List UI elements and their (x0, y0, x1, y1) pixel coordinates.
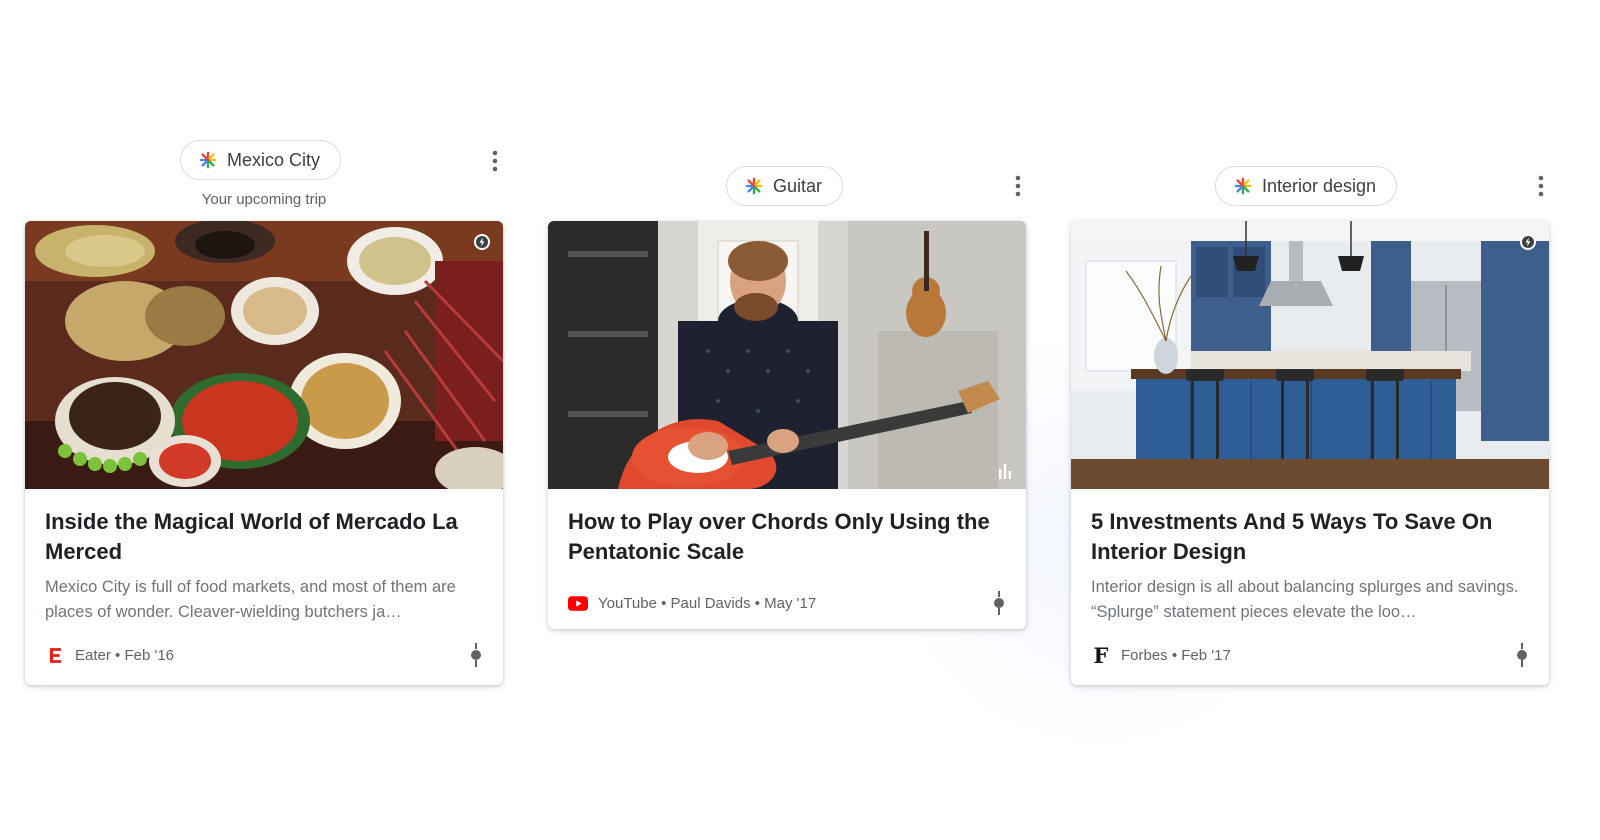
topic-subtitle: Your upcoming trip (201, 191, 327, 208)
eater-logo-icon (45, 645, 65, 665)
follow-pin-icon[interactable] (992, 591, 1006, 615)
forbes-logo-letter: F (1093, 642, 1109, 668)
kitchen-image (1071, 221, 1549, 489)
discover-spark-icon (745, 177, 763, 195)
topic-chip-label: Mexico City (227, 149, 321, 170)
topic-chip-label: Guitar (773, 175, 823, 196)
story-card-interior[interactable]: 5 Investments And 5 Ways To Save On Inte… (1071, 221, 1549, 685)
story-meta: YouTube • Paul Davids • May '17 (568, 589, 1006, 617)
more-options-icon[interactable] (1008, 172, 1028, 200)
follow-pin-icon[interactable] (1515, 643, 1529, 667)
discover-spark-icon (1234, 177, 1252, 195)
guitar-player-image (548, 221, 1026, 489)
story-snippet: Mexico City is full of food markets, and… (45, 578, 456, 621)
story-card-mercado[interactable]: Inside the Magical World of Mercado La M… (25, 221, 503, 685)
amp-lightning-icon (1520, 234, 1536, 250)
forbes-logo-icon: F (1091, 642, 1111, 668)
discover-feed: Mexico City Your upcoming trip Inside th… (0, 0, 1600, 840)
story-thumbnail (25, 221, 503, 489)
story-source-date: Forbes • Feb '17 (1121, 646, 1231, 664)
story-thumbnail (1071, 221, 1549, 489)
topic-chip-mexico-city[interactable]: Mexico City (180, 140, 342, 180)
story-title[interactable]: Inside the Magical World of Mercado La M… (45, 507, 483, 567)
video-bars-icon (999, 464, 1011, 479)
market-food-image (25, 221, 503, 489)
amp-lightning-icon (474, 234, 490, 250)
discover-spark-icon (199, 151, 217, 169)
story-thumbnail (548, 221, 1026, 489)
topic-column-guitar: Guitar How to Play over Chords Only Usin… (548, 0, 1026, 840)
story-meta: F Forbes • Feb '17 (1091, 641, 1529, 669)
youtube-logo-icon (568, 593, 588, 613)
more-options-icon[interactable] (1531, 172, 1551, 200)
story-source-date: YouTube • Paul Davids • May '17 (598, 594, 817, 612)
follow-pin-icon[interactable] (469, 643, 483, 667)
topic-column-interior-design: Interior design 5 Investments And 5 Ways… (1071, 0, 1549, 840)
more-options-icon[interactable] (485, 147, 505, 175)
topic-column-mexico-city: Mexico City Your upcoming trip Inside th… (25, 0, 503, 840)
topic-chip-label: Interior design (1262, 175, 1377, 196)
story-title[interactable]: 5 Investments And 5 Ways To Save On Inte… (1091, 507, 1529, 567)
story-card-guitar[interactable]: How to Play over Chords Only Using the P… (548, 221, 1026, 629)
story-snippet: Interior design is all about balancing s… (1091, 578, 1519, 621)
story-title[interactable]: How to Play over Chords Only Using the P… (568, 507, 1006, 567)
topic-chip-interior-design[interactable]: Interior design (1215, 166, 1398, 206)
story-meta: Eater • Feb '16 (45, 641, 483, 669)
topic-chip-guitar[interactable]: Guitar (726, 166, 844, 206)
story-source-date: Eater • Feb '16 (75, 646, 175, 664)
